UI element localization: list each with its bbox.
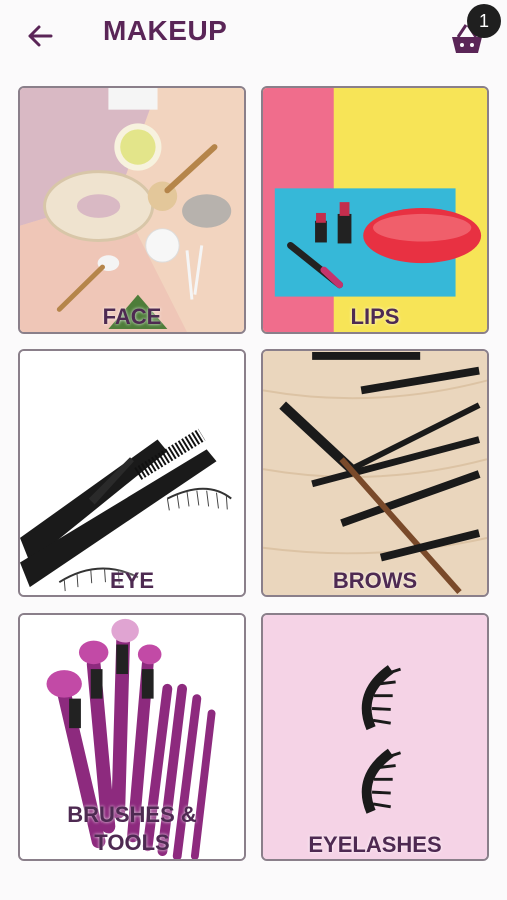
category-tile-eyelashes[interactable]: EYELASHES: [261, 613, 489, 861]
back-button[interactable]: [20, 18, 60, 54]
page-title: MAKEUP: [103, 15, 228, 46]
category-tile-brushes-tools[interactable]: BRUSHES & TOOLS: [18, 613, 246, 861]
category-tile-brows[interactable]: BROWS: [261, 349, 489, 597]
brows-products-image: [263, 351, 487, 595]
category-label-eye: EYE: [109, 568, 155, 593]
face-products-image: [20, 88, 244, 332]
category-tile-lips[interactable]: LIPS: [261, 86, 489, 334]
eye-products-image: [20, 351, 244, 595]
cart-count-badge: 1: [467, 4, 501, 38]
category-label-lips: LIPS: [350, 304, 400, 329]
category-label-eyelashes: EYELASHES: [308, 832, 442, 857]
category-tile-face[interactable]: FACE: [18, 86, 246, 334]
app-header: MAKEUP 1: [0, 0, 507, 70]
category-tile-eye[interactable]: EYE: [18, 349, 246, 597]
arrow-left-icon: [28, 25, 53, 47]
category-label-brows: BROWS: [332, 568, 418, 593]
lips-products-image: [263, 88, 487, 332]
category-label-brushes-tools-text: BRUSHES & TOOLS: [67, 802, 197, 855]
category-label-face: FACE: [102, 304, 162, 329]
category-label-brushes-tools: BRUSHES & TOOLS: [20, 801, 244, 857]
eyelashes-image: [263, 615, 487, 859]
